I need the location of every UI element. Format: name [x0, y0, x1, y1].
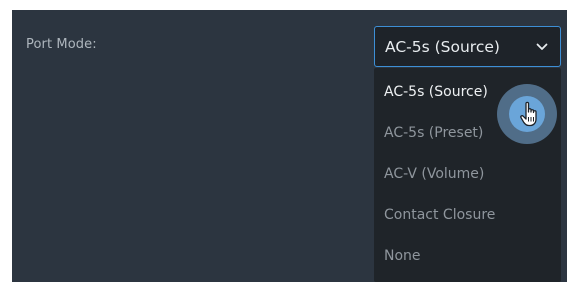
option-ac-5s-source[interactable]: AC-5s (Source)	[384, 84, 488, 100]
option-contact-closure[interactable]: Contact Closure	[384, 207, 495, 223]
hand-pointer-cursor-icon	[520, 101, 537, 127]
port-mode-selected-value: AC-5s (Source)	[385, 37, 500, 56]
port-mode-select[interactable]: AC-5s (Source)	[374, 26, 561, 67]
settings-panel: Port Mode: AC-5s (Source) AC-5s (Source)…	[12, 10, 567, 282]
option-none[interactable]: None	[384, 248, 421, 264]
option-ac-5s-preset[interactable]: AC-5s (Preset)	[384, 125, 483, 141]
option-ac-v-volume[interactable]: AC-V (Volume)	[384, 166, 484, 182]
chevron-down-icon	[536, 43, 548, 50]
port-mode-label: Port Mode:	[26, 37, 97, 52]
